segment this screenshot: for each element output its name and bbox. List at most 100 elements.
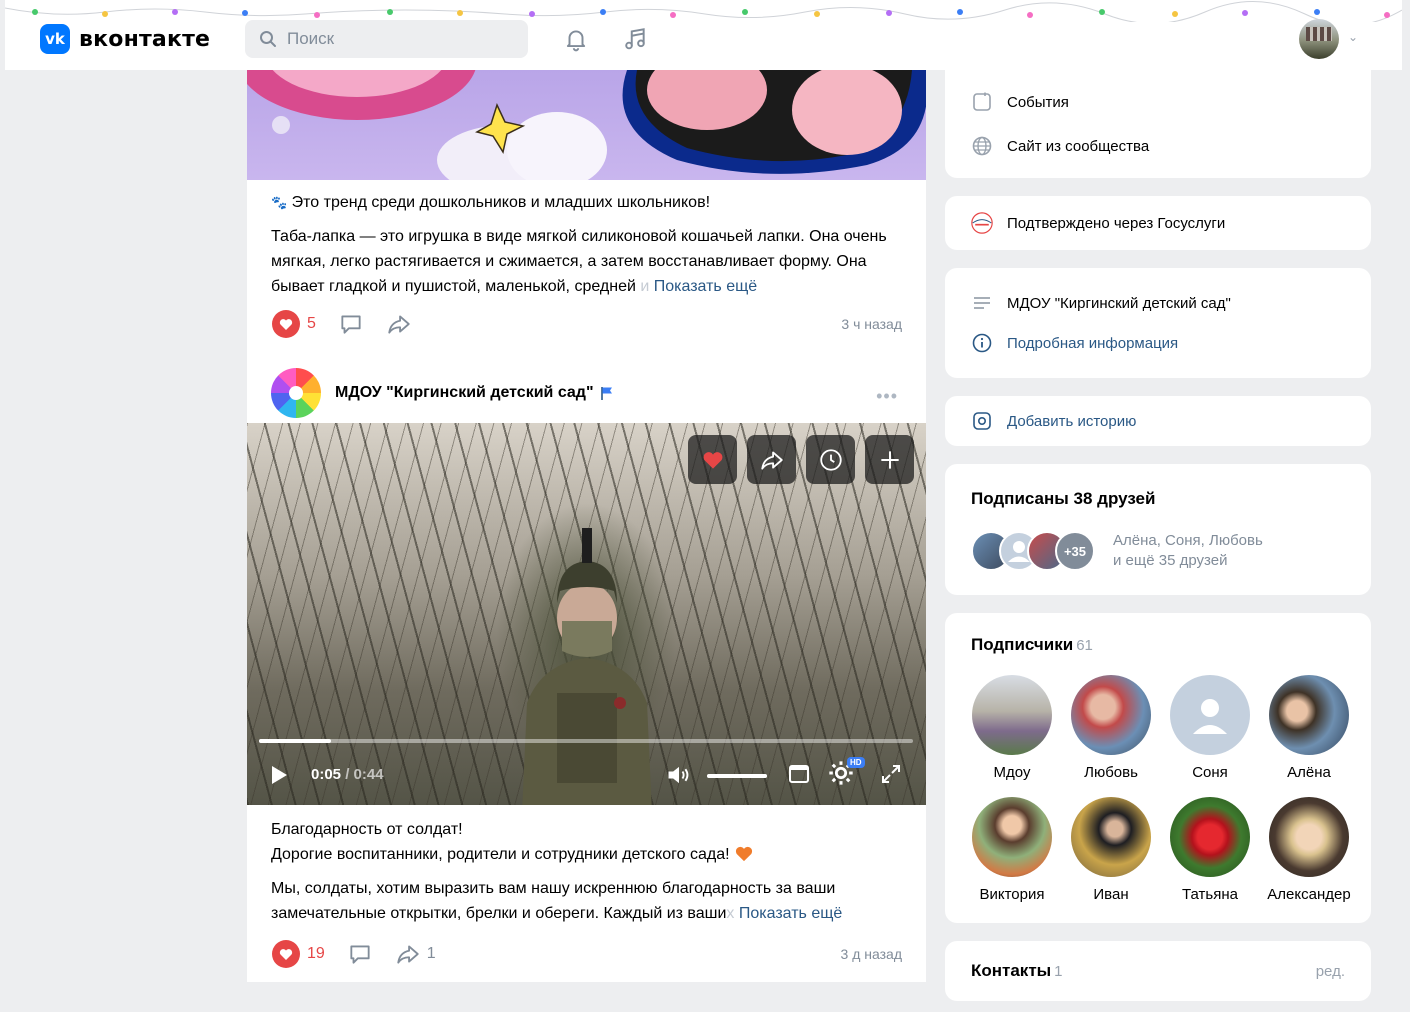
menu-item-label: События [1007, 93, 1069, 111]
story-icon [971, 410, 993, 432]
post-time[interactable]: 3 д назад [841, 946, 902, 962]
chevron-down-icon[interactable]: ⌄ [1348, 30, 1358, 44]
subscribers-title[interactable]: Подписчики 61 [945, 635, 1371, 655]
friends-card: Подписаны 38 друзей +35 Алёна, Соня, Люб… [945, 464, 1371, 595]
comment-button[interactable] [347, 941, 373, 967]
add-story-button[interactable]: Добавить историю [945, 399, 1371, 443]
subscribers-card: Подписчики 61 Мдоу Любовь Соня Алёна Викт… [945, 613, 1371, 923]
friends-rest-line: и ещё 35 друзей [1113, 552, 1228, 569]
menu-item-label: Сайт из сообщества [1007, 137, 1150, 155]
video-share-button[interactable] [747, 435, 796, 484]
group-avatar[interactable] [271, 368, 321, 418]
video-progress-fill [259, 739, 331, 743]
watch-later-button[interactable] [806, 435, 855, 484]
search-input[interactable] [287, 29, 507, 49]
post-greeting-text: Дорогие воспитанники, родители и сотрудн… [271, 846, 730, 863]
vk-logo[interactable]: vk вконтакте [40, 24, 210, 54]
subscriber-item[interactable]: Иван [1062, 797, 1160, 919]
paw-icon: 🐾 [271, 195, 288, 210]
subscriber-item[interactable]: Любовь [1062, 675, 1160, 797]
music-icon[interactable] [620, 24, 650, 54]
subscriber-item[interactable]: Татьяна [1161, 797, 1259, 919]
show-more-link[interactable]: Показать ещё [654, 278, 757, 295]
menu-item-site[interactable]: Сайт из сообщества [945, 124, 1371, 168]
heart-icon [703, 451, 722, 469]
like-button[interactable]: 5 [271, 309, 316, 339]
subscriber-item[interactable]: Александер [1260, 797, 1358, 919]
show-more-link[interactable]: Показать ещё [739, 905, 842, 922]
share-button[interactable]: 1 [395, 941, 436, 967]
contacts-edit-link[interactable]: ред. [1316, 963, 1345, 980]
volume-slider[interactable] [707, 774, 767, 778]
subscriber-item[interactable]: Соня [1161, 675, 1259, 797]
bell-icon[interactable] [561, 24, 591, 54]
info-icon [971, 332, 993, 354]
hd-badge: HD [847, 757, 865, 768]
post-body-text: Таба-лапка — это игрушка в виде мягкой с… [271, 228, 887, 295]
subscriber-avatar [1170, 797, 1250, 877]
subscriber-avatar [1269, 797, 1349, 877]
subscriber-avatar [972, 675, 1052, 755]
group-info-card: МДОУ "Киргинский детский сад" Подробная … [945, 268, 1371, 378]
subscriber-item[interactable]: Виктория [963, 797, 1061, 919]
video-like-button[interactable] [688, 435, 737, 484]
info-link-row[interactable]: Подробная информация [945, 323, 1371, 363]
profile-avatar[interactable] [1299, 19, 1339, 59]
subscriber-avatar-placeholder [1170, 675, 1250, 755]
heart-icon [272, 940, 300, 968]
volume-icon[interactable] [665, 761, 693, 789]
contacts-title[interactable]: Контакты 1 [945, 961, 1371, 981]
heart-icon [272, 310, 300, 338]
lines-icon [971, 292, 993, 314]
vk-logo-text: вконтакте [79, 26, 211, 52]
subscriber-name: Татьяна [1182, 886, 1238, 903]
news-feed: 🐾 Это тренд среди дошкольников и младших… [247, 70, 926, 982]
friends-names: Алёна, Соня, Любовь и ещё 35 друзей [1113, 531, 1263, 571]
post-image-art [247, 70, 926, 180]
friends-row[interactable]: +35 Алёна, Соня, Любовь и ещё 35 друзей [945, 531, 1371, 571]
video-player[interactable]: 0:05 / 0:44 HD [247, 423, 926, 805]
comment-icon [350, 945, 370, 964]
play-icon[interactable] [269, 764, 289, 786]
post-image[interactable] [247, 70, 926, 180]
right-sidebar: События Сайт из сообщества Подтверждено … [945, 70, 1371, 1012]
garland-decoration [5, 1, 1402, 22]
post-body-fade: х [726, 905, 735, 922]
fullscreen-icon[interactable] [879, 762, 903, 786]
subscriber-avatar [1071, 675, 1151, 755]
group-title-row: МДОУ "Киргинский детский сад" [945, 283, 1371, 323]
friends-more-badge: +35 [1055, 531, 1095, 571]
more-options-icon[interactable]: ••• [876, 386, 898, 407]
plus-icon [880, 450, 899, 469]
search-box[interactable] [245, 20, 528, 58]
add-video-button[interactable] [865, 435, 914, 484]
subscriber-item[interactable]: Мдоу [963, 675, 1061, 797]
post-card: 🐾 Это тренд среди дошкольников и младших… [247, 70, 926, 982]
subscriber-item[interactable]: Алёна [1260, 675, 1358, 797]
post-title-text: Благодарность от солдат! [271, 821, 463, 838]
group-name-link[interactable]: МДОУ "Киргинский детский сад" [335, 384, 594, 402]
share-button[interactable] [386, 311, 412, 337]
miniplayer-icon[interactable] [787, 762, 811, 786]
share-icon [388, 315, 410, 334]
subscriber-avatar [1269, 675, 1349, 755]
subscribers-grid: Мдоу Любовь Соня Алёна Виктория Иван Тат… [945, 675, 1371, 919]
gosuslugi-text: Подтверждено через Госуслуги [1007, 214, 1226, 232]
comment-button[interactable] [338, 311, 364, 337]
subscribers-count: 61 [1076, 637, 1093, 654]
subscriber-name: Соня [1192, 764, 1228, 781]
share-icon [760, 450, 783, 470]
friends-title[interactable]: Подписаны 38 друзей [945, 489, 1371, 509]
post-time[interactable]: 3 ч назад [841, 316, 902, 332]
post-greeting: Дорогие воспитанники, родители и сотрудн… [271, 842, 902, 867]
contacts-card: Контакты 1 ред. [945, 941, 1371, 1001]
subscriber-name: Иван [1093, 886, 1129, 903]
like-button[interactable]: 19 [271, 939, 325, 969]
calendar-icon [971, 91, 993, 113]
community-menu: События Сайт из сообщества [945, 70, 1371, 178]
video-duration: 0:44 [353, 766, 384, 783]
like-count: 5 [307, 315, 316, 332]
video-progress-bar[interactable] [259, 739, 913, 743]
gosuslugi-verified[interactable]: Подтверждено через Госуслуги [945, 201, 1371, 245]
menu-item-events[interactable]: События [945, 80, 1371, 124]
